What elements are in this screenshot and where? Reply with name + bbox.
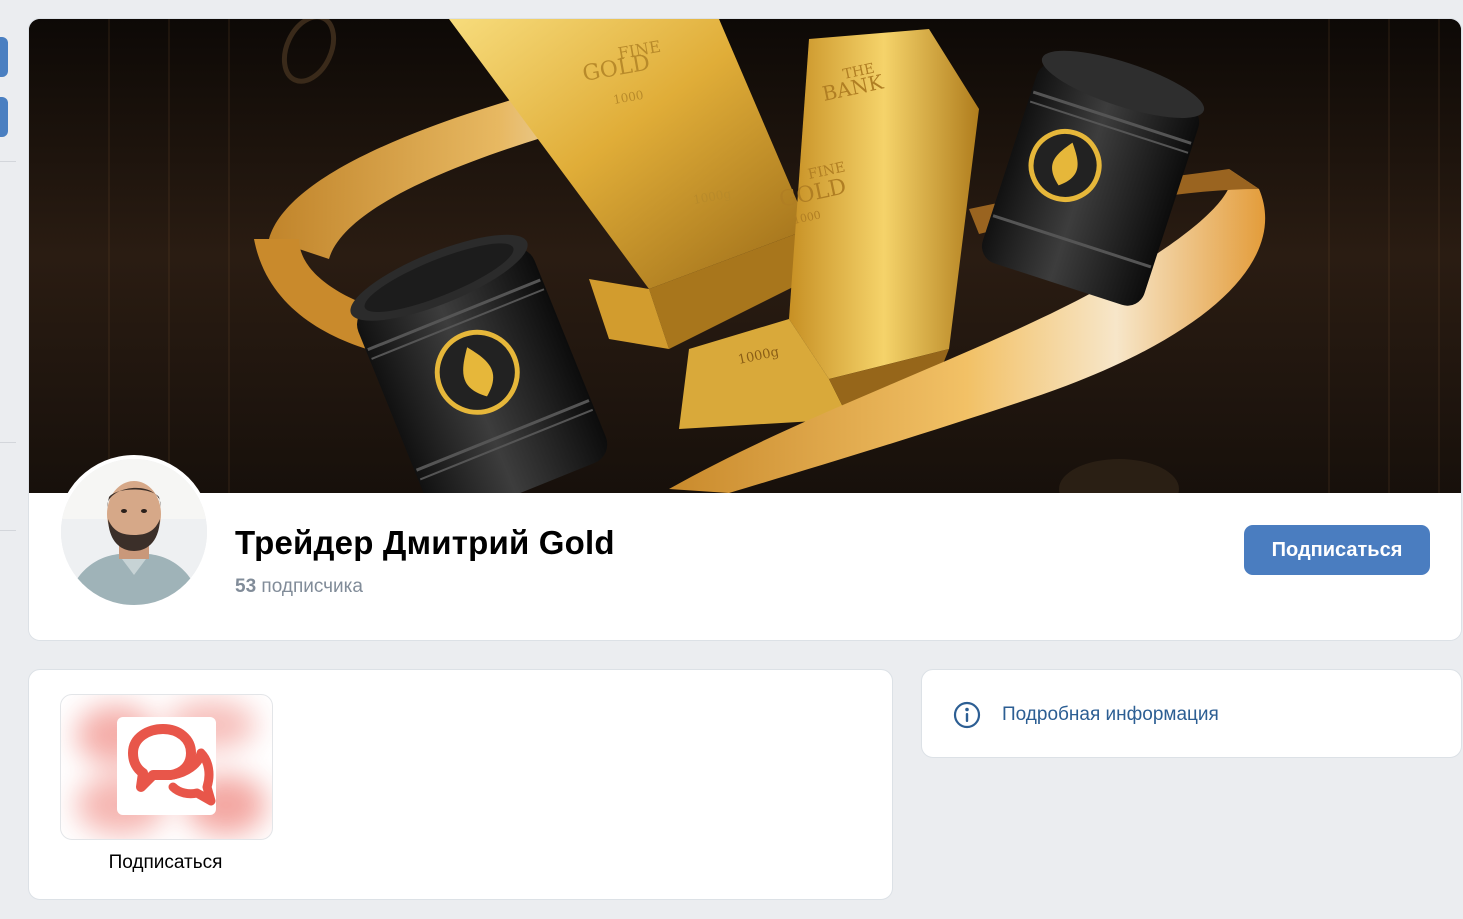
page: FINE GOLD 1000 1000g THE BANK FINE GOLD … [0, 0, 1463, 919]
avatar-ring [57, 455, 211, 609]
profile-name: Трейдер Дмитрий Gold [235, 524, 615, 561]
details-card[interactable]: Подробная информация [921, 669, 1462, 758]
left-nav-tab[interactable] [0, 37, 8, 77]
left-sidebar-edge [0, 0, 16, 919]
avatar-photo [61, 459, 207, 605]
details-link[interactable]: Подробная информация [1002, 704, 1219, 726]
followers-number: 53 [235, 576, 257, 597]
avatar[interactable] [61, 459, 207, 605]
app-tile[interactable] [60, 694, 273, 840]
app-tile-label[interactable]: Подписаться [60, 852, 271, 874]
subscribe-button[interactable]: Подписаться [1244, 525, 1430, 575]
chat-bubble-logo-icon [76, 700, 266, 835]
left-divider [0, 161, 16, 162]
cover-image: FINE GOLD 1000 1000g THE BANK FINE GOLD … [29, 19, 1461, 493]
left-nav-tab[interactable] [0, 97, 8, 137]
cover-artwork: FINE GOLD 1000 1000g THE BANK FINE GOLD … [29, 19, 1461, 493]
profile-header-card: FINE GOLD 1000 1000g THE BANK FINE GOLD … [28, 18, 1462, 641]
apps-widget-card: Подписаться [28, 669, 893, 900]
left-divider [0, 442, 16, 443]
left-divider [0, 530, 16, 531]
followers-count[interactable]: 53 подписчика [235, 576, 363, 598]
info-circle-icon [953, 701, 981, 729]
followers-label: подписчика [261, 576, 363, 597]
